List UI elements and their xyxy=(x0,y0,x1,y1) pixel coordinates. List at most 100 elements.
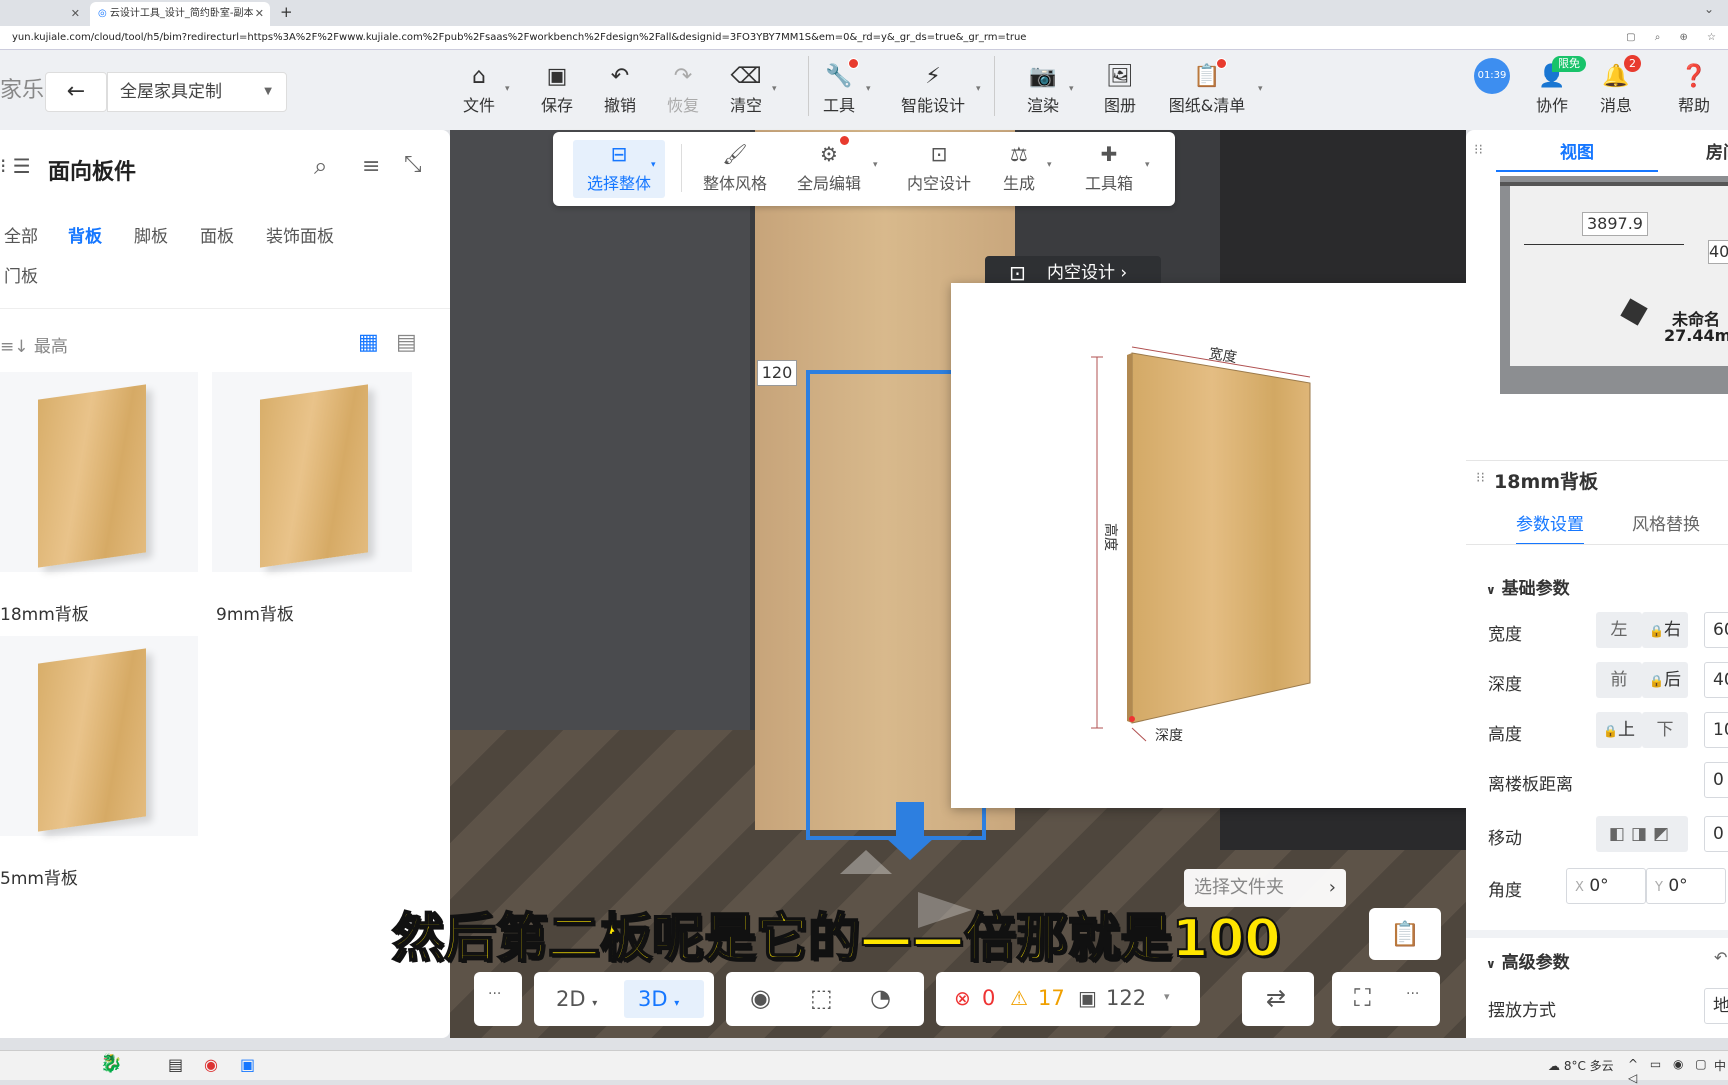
fit-view-button[interactable]: ⛶ ··· xyxy=(1332,972,1440,1026)
sort-button[interactable]: ≡↓ 最高 xyxy=(0,332,68,357)
divider xyxy=(1466,460,1728,461)
category-decor-panel[interactable]: 装饰面板 xyxy=(266,222,334,247)
toolbox-button[interactable]: ✚ 工具箱 xyxy=(1081,142,1137,194)
chevron-down-icon[interactable]: ⌄ xyxy=(1704,2,1714,16)
grid-view-icon[interactable]: ▦ xyxy=(358,330,379,355)
move-options[interactable]: ◧◨◩ xyxy=(1596,816,1688,852)
toolbar-undo-button[interactable]: ↶ 撤销 xyxy=(590,62,650,116)
interior-design-button[interactable]: ⊡ 内空设计 xyxy=(903,142,975,194)
camera-icon: 📷 xyxy=(1029,64,1057,89)
toolbar-save-button[interactable]: ▣ 保存 xyxy=(527,62,587,116)
toolbar-render-button[interactable]: 📷 渲染 xyxy=(1013,62,1073,116)
close-icon[interactable]: ✕ xyxy=(71,2,80,26)
move-field[interactable]: 0 xyxy=(1704,816,1728,852)
more-button[interactable]: ··· xyxy=(474,972,522,1026)
collapse-icon[interactable]: ⤡ xyxy=(404,152,422,177)
chrome-icon[interactable]: ◉ xyxy=(204,1055,218,1074)
list-item[interactable] xyxy=(212,372,412,572)
list-icon: ⁝ ☰ xyxy=(0,154,31,178)
view-3d-button[interactable]: 3D ▾ xyxy=(624,980,704,1018)
view-2d-button[interactable]: 2D ▾ xyxy=(542,980,614,1018)
drawings-icon: 📋 xyxy=(1193,64,1221,89)
status-group[interactable]: ⊗ 0 ⚠ 17 ▣ 122 ▾ xyxy=(936,972,1200,1026)
filter-icon[interactable]: ≡ xyxy=(362,154,380,179)
clipboard-button[interactable]: 📋 xyxy=(1369,908,1441,960)
height-top-option[interactable]: 🔒上 xyxy=(1596,712,1642,748)
list-item[interactable] xyxy=(0,636,198,836)
toggle-button[interactable]: ⇄ xyxy=(1242,972,1314,1026)
tab-style-replace[interactable]: 风格替换 xyxy=(1632,510,1700,535)
floating-toolbar: ⊟ 选择整体 ▾ 🖌 整体风格 ⚙ 全局编辑 ▾ ⊡ 内空设计 ⚖ 生成 ▾ ✚ 工具箱 ▾ xyxy=(553,132,1175,206)
search-icon[interactable]: ⌕ xyxy=(314,152,327,180)
tab-param-settings[interactable]: 参数设置 xyxy=(1516,510,1584,545)
height-field[interactable]: 10 xyxy=(1704,712,1728,748)
item-count: 122 xyxy=(1106,986,1147,1010)
cube-icon[interactable]: ⬚ xyxy=(810,984,833,1012)
close-icon[interactable]: ✕ xyxy=(255,2,264,26)
category-door-panel[interactable]: 门板 xyxy=(4,262,38,287)
floor-distance-field[interactable]: 0 xyxy=(1704,762,1728,798)
depth-label: 深度 xyxy=(1155,728,1183,744)
angle-x-field[interactable]: X 0° xyxy=(1566,868,1646,904)
toolbar-drawings-button[interactable]: 📋 图纸&清单 xyxy=(1164,62,1250,116)
more-icon[interactable]: ··· xyxy=(1406,986,1419,1002)
category-all[interactable]: 全部 xyxy=(4,222,38,247)
browser-action-icons[interactable]: ▢ ⌕ ⊕ ☆ xyxy=(1626,26,1724,50)
toolbar-help-button[interactable]: ❓ 帮助 xyxy=(1664,62,1724,116)
board-thumbnail xyxy=(260,384,368,568)
task-view-icon[interactable]: ▤ xyxy=(168,1055,183,1074)
toolbar-file-button[interactable]: ⌂ 文件 xyxy=(449,62,509,116)
category-face-panel[interactable]: 面板 xyxy=(200,222,234,247)
generate-icon: ⚖ xyxy=(1010,142,1028,166)
category-kick-board[interactable]: 脚板 xyxy=(134,222,168,247)
gauge-icon[interactable]: ◔ xyxy=(870,984,891,1012)
placement-select[interactable]: 地 xyxy=(1704,988,1728,1024)
browser-tab-prev[interactable]: ✕ xyxy=(0,2,86,26)
chevron-down-icon: ▾ xyxy=(866,84,871,94)
toolbar-tools-button[interactable]: 🔧 工具 xyxy=(809,62,869,116)
move-arrow-head[interactable] xyxy=(886,838,934,860)
section-advanced-params[interactable]: ∨ 高级参数 xyxy=(1486,948,1570,973)
move-arrow[interactable] xyxy=(896,802,924,842)
reset-icon[interactable]: ↶ xyxy=(1714,948,1727,967)
browser-tabbar: ✕ ◎ 云设计工具_设计_简约卧室-副本 ✕ + ⌄ xyxy=(0,0,1728,26)
depth-back-option[interactable]: 🔒后 xyxy=(1642,662,1688,698)
depth-field[interactable]: 40 xyxy=(1704,662,1728,698)
tray-icons[interactable]: ^ ▭ ◉ ▢ ◁ xyxy=(1628,1057,1728,1085)
weather[interactable]: ☁ 8°C 多云 xyxy=(1548,1057,1614,1074)
section-basic-params[interactable]: ∨ 基础参数 xyxy=(1486,574,1570,599)
depth-front-option[interactable]: 前 xyxy=(1596,662,1642,698)
height-bottom-option[interactable]: 下 xyxy=(1642,712,1688,748)
drag-handle-icon[interactable]: ⁝⁝ xyxy=(1476,470,1485,486)
photos-icon[interactable]: ▣ xyxy=(240,1055,255,1074)
timer-badge[interactable]: 01:39 xyxy=(1474,58,1510,94)
tab-view[interactable]: 视图 xyxy=(1496,134,1658,172)
toolbar-album-button[interactable]: 🖼 图册 xyxy=(1090,62,1150,116)
generate-button[interactable]: ⚖ 生成 xyxy=(999,142,1039,194)
rotate-handle[interactable] xyxy=(840,850,892,874)
dimension-label[interactable]: 120 xyxy=(757,360,797,386)
drag-handle-icon[interactable]: ⁝⁝ xyxy=(1474,142,1483,158)
overall-style-button[interactable]: 🖌 整体风格 xyxy=(699,142,771,194)
global-edit-button[interactable]: ⚙ 全局编辑 xyxy=(793,142,865,194)
back-button[interactable]: ← xyxy=(45,72,107,112)
angle-y-field[interactable]: Y 0° xyxy=(1646,868,1726,904)
tab-room[interactable]: 房间 xyxy=(1706,134,1728,172)
width-field[interactable]: 60 xyxy=(1704,612,1728,648)
minimap[interactable]: 3897.9 40 未命名 27.44m xyxy=(1500,176,1728,394)
chevron-down-icon: ▼ xyxy=(264,86,272,97)
eye-icon[interactable]: ◉ xyxy=(750,984,771,1012)
width-left-option[interactable]: 左 xyxy=(1596,612,1642,648)
toolbar-redo-button[interactable]: ↷ 恢复 xyxy=(653,62,713,116)
browser-tab-active[interactable]: ◎ 云设计工具_设计_简约卧室-副本 ✕ xyxy=(90,2,270,26)
category-back-panel[interactable]: 背板 xyxy=(68,222,102,247)
address-bar[interactable]: yun.kujiale.com/cloud/tool/h5/bim?redire… xyxy=(0,26,1728,50)
toolbar-clear-button[interactable]: ⌫ 清空 xyxy=(716,62,776,116)
toolbar-smart-design-button[interactable]: ⚡ 智能设计 xyxy=(895,62,971,116)
ime-indicator[interactable]: 中 xyxy=(1714,1057,1726,1074)
list-item[interactable] xyxy=(0,372,198,572)
mode-dropdown[interactable]: 全屋家具定制 ▼ xyxy=(107,72,287,112)
width-right-option[interactable]: 🔒右 xyxy=(1642,612,1688,648)
list-view-icon[interactable]: ▤ xyxy=(396,330,417,355)
new-tab-icon[interactable]: + xyxy=(280,3,293,21)
